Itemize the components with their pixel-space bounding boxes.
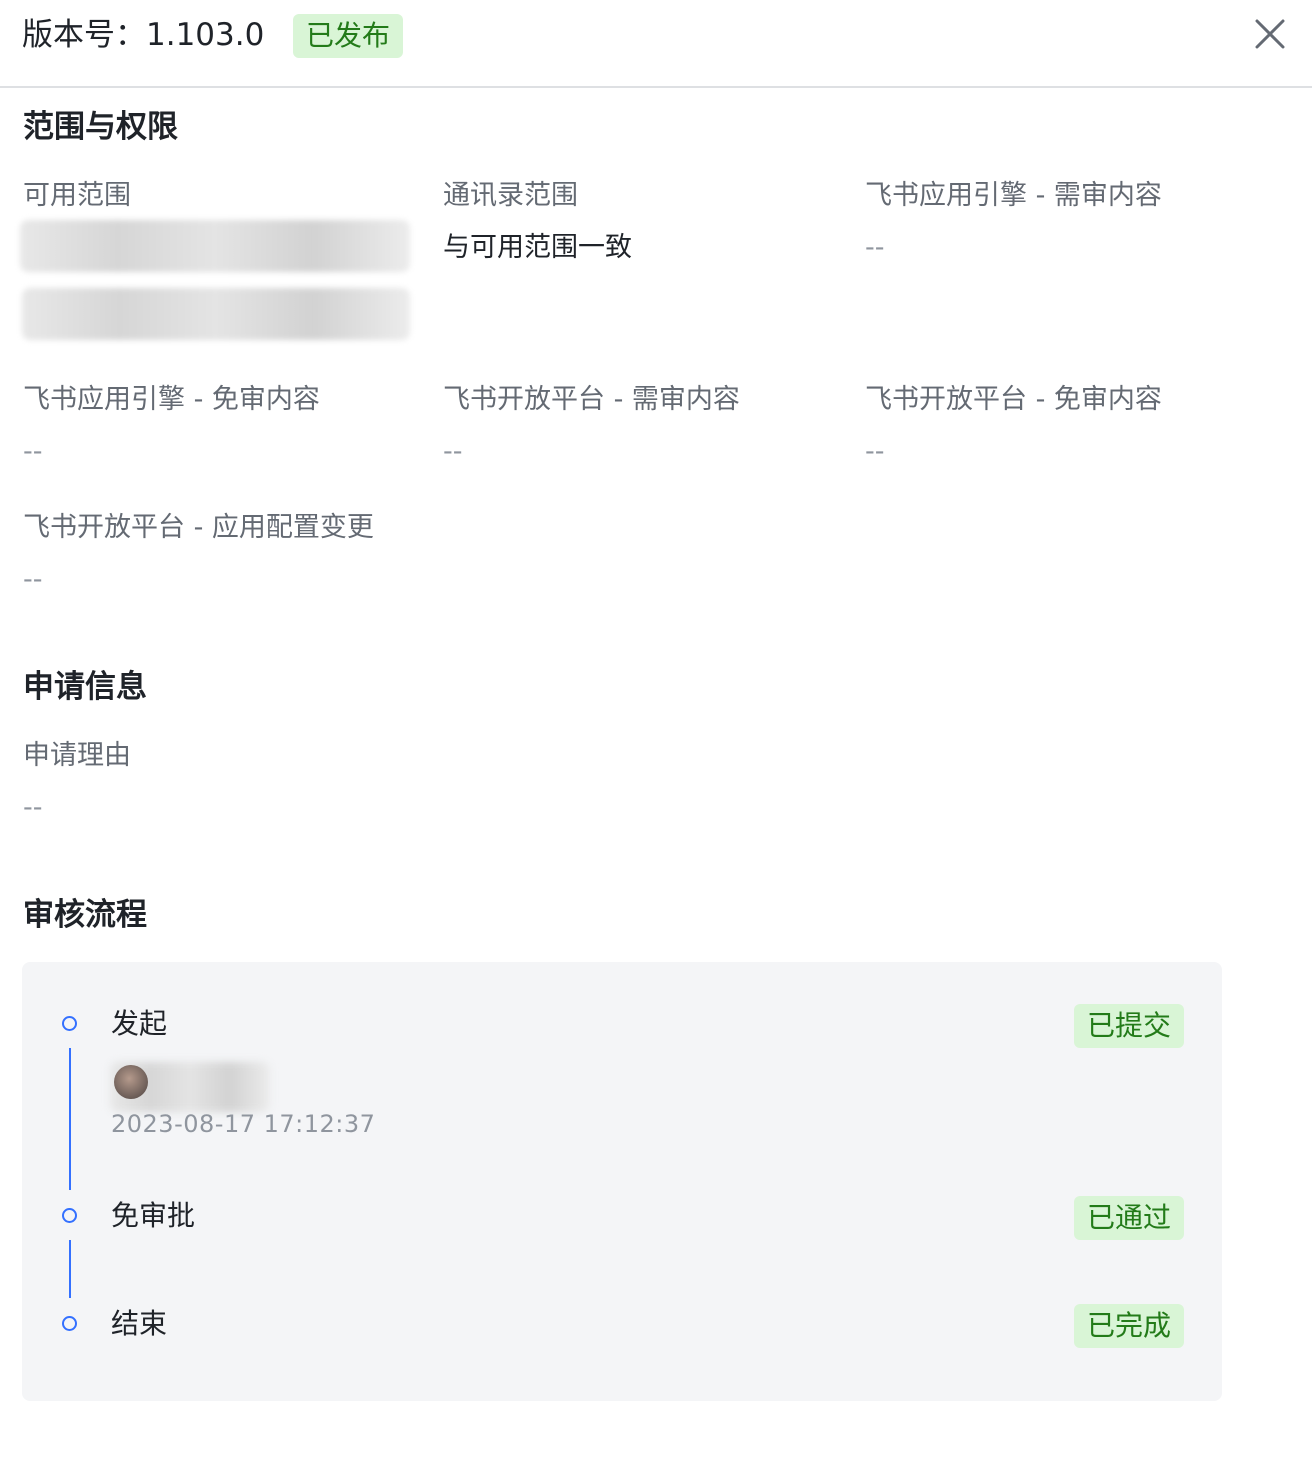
node-exempt-status-badge: 已通过 bbox=[1074, 1196, 1185, 1240]
available-scope-redacted bbox=[20, 220, 410, 272]
platform-review-label: 飞书开放平台 - 需审内容 bbox=[443, 384, 740, 415]
node-start-title: 发起 bbox=[111, 1007, 168, 1040]
node-start-time: 2023-08-17 17:12:37 bbox=[111, 1110, 376, 1138]
engine-review-label: 飞书应用引擎 - 需审内容 bbox=[865, 180, 1162, 211]
version-title: 版本号：1.103.0 bbox=[22, 17, 265, 53]
flow-section-title: 审核流程 bbox=[23, 897, 147, 933]
drawer-header: 版本号：1.103.0 已发布 bbox=[0, 0, 1312, 88]
timeline-line bbox=[69, 1240, 71, 1298]
platform-review-value: -- bbox=[443, 436, 463, 467]
timeline-dot bbox=[62, 1016, 77, 1031]
engine-exempt-label: 飞书应用引擎 - 免审内容 bbox=[23, 384, 320, 415]
available-scope-label: 可用范围 bbox=[23, 180, 131, 211]
scope-section-title: 范围与权限 bbox=[23, 109, 178, 145]
timeline-line bbox=[69, 1048, 71, 1190]
node-exempt-title: 免审批 bbox=[111, 1199, 196, 1232]
apply-reason-value: -- bbox=[23, 792, 43, 823]
release-status-badge: 已发布 bbox=[293, 14, 404, 58]
node-start-status-badge: 已提交 bbox=[1074, 1004, 1185, 1048]
platform-config-change-value: -- bbox=[23, 564, 43, 595]
platform-exempt-label: 飞书开放平台 - 免审内容 bbox=[865, 384, 1162, 415]
close-button[interactable] bbox=[1250, 14, 1290, 54]
node-end-title: 结束 bbox=[111, 1307, 168, 1340]
apply-section-title: 申请信息 bbox=[23, 669, 147, 705]
engine-review-value: -- bbox=[865, 232, 885, 263]
contacts-scope-value: 与可用范围一致 bbox=[443, 232, 632, 263]
timeline-dot bbox=[62, 1316, 77, 1331]
node-end-status-badge: 已完成 bbox=[1074, 1304, 1185, 1348]
available-scope-redacted bbox=[22, 288, 410, 340]
platform-config-change-label: 飞书开放平台 - 应用配置变更 bbox=[23, 512, 374, 543]
review-flow-panel bbox=[22, 962, 1222, 1401]
close-icon bbox=[1255, 19, 1285, 49]
platform-exempt-value: -- bbox=[865, 436, 885, 467]
engine-exempt-value: -- bbox=[23, 436, 43, 467]
avatar bbox=[114, 1065, 148, 1099]
contacts-scope-label: 通讯录范围 bbox=[443, 180, 578, 211]
apply-reason-label: 申请理由 bbox=[23, 740, 131, 771]
timeline-dot bbox=[62, 1208, 77, 1223]
